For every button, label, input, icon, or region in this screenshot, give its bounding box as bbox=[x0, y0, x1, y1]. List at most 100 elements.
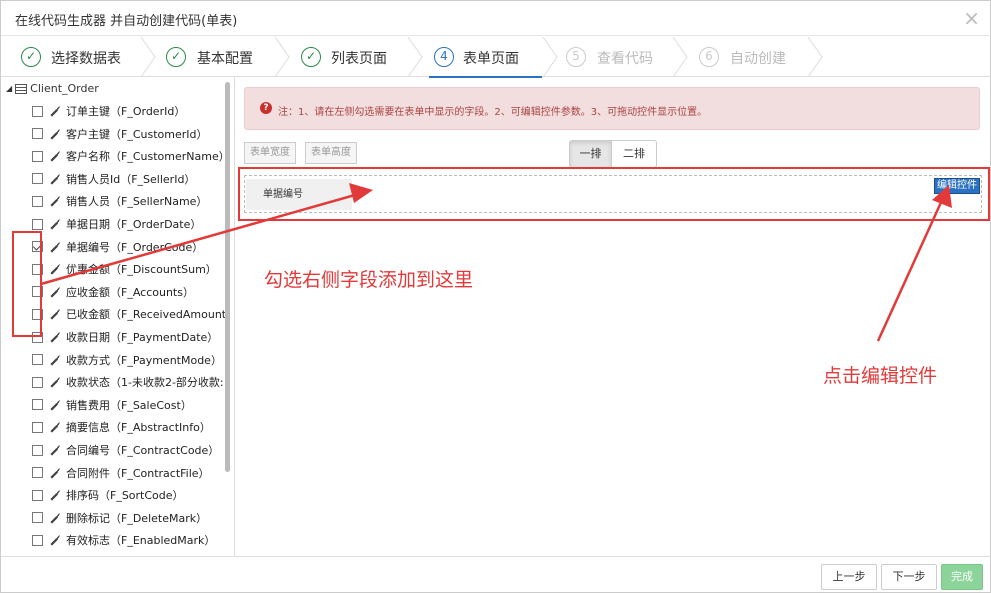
tree-field-row[interactable]: 合同编号（F_ContractCode） bbox=[32, 440, 219, 460]
field-checkbox[interactable] bbox=[32, 195, 43, 207]
field-checkbox[interactable] bbox=[32, 128, 43, 140]
close-icon[interactable]: × bbox=[963, 6, 980, 30]
tree-field-row[interactable]: 摘要信息（F_AbstractInfo） bbox=[32, 417, 211, 437]
tree-field-label: 合同编号（F_ContractCode） bbox=[66, 444, 220, 457]
tree-field-row[interactable]: 单据日期（F_OrderDate） bbox=[32, 214, 201, 234]
footer-bar: 上一步 下一步 完成 bbox=[1, 556, 991, 594]
wrench-icon bbox=[50, 219, 60, 230]
step-separator-icon bbox=[140, 37, 156, 77]
field-checkbox[interactable] bbox=[32, 218, 43, 230]
tree-field-row[interactable]: 合同附件（F_ContractFile） bbox=[32, 463, 210, 483]
tree-field-label: 应收金额（F_Accounts） bbox=[66, 285, 194, 299]
dialog-title: 在线代码生成器 并自动创建代码(单表) bbox=[15, 14, 238, 29]
annotation-left-text: 勾选右侧字段添加到这里 bbox=[264, 269, 474, 291]
tree-field-label: 收款状态（1-未收款2-部分收款: bbox=[66, 376, 224, 390]
field-checkbox[interactable] bbox=[32, 308, 43, 320]
tree-field-row[interactable]: 销售费用（F_SaleCost） bbox=[32, 395, 192, 415]
layout-two-column-button[interactable]: 二排 bbox=[611, 140, 657, 168]
tree-field-label: 优惠金额（F_DiscountSum） bbox=[66, 263, 217, 277]
step-form-page[interactable]: 4 表单页面 bbox=[429, 37, 542, 78]
step-separator-icon bbox=[672, 37, 688, 77]
expand-triangle-icon[interactable]: ◢ bbox=[6, 84, 12, 93]
wrench-icon bbox=[50, 287, 60, 298]
field-checkbox[interactable] bbox=[32, 173, 43, 185]
form-height-button[interactable]: 表单高度 bbox=[305, 142, 357, 164]
field-tree: ◢ Client_Order 订单主键（F_OrderId） 客户主键（F_Cus… bbox=[1, 78, 235, 556]
tree-root[interactable]: ◢ Client_Order bbox=[6, 82, 99, 95]
wrench-icon bbox=[50, 467, 60, 479]
tree-root-label: Client_Order bbox=[30, 82, 99, 95]
check-circle-icon: ✓ bbox=[301, 47, 321, 67]
tree-field-row[interactable]: 收款状态（1-未收款2-部分收款: bbox=[32, 372, 224, 392]
step-separator-icon bbox=[407, 37, 423, 77]
table-icon bbox=[15, 83, 28, 94]
tree-field-row[interactable]: 有效标志（F_EnabledMark） bbox=[32, 530, 215, 550]
tree-field-row[interactable]: 销售人员Id（F_SellerId） bbox=[32, 169, 195, 189]
check-circle-icon: ✓ bbox=[166, 47, 186, 67]
tree-field-row[interactable]: 已收金额（F_ReceivedAmount bbox=[32, 304, 226, 324]
tree-field-row[interactable]: 排序码（F_SortCode） bbox=[32, 485, 184, 505]
wrench-icon bbox=[50, 422, 60, 433]
field-checkbox[interactable] bbox=[32, 512, 43, 524]
field-checkbox[interactable] bbox=[32, 105, 43, 117]
previous-step-button[interactable]: 上一步 bbox=[821, 564, 877, 590]
field-checkbox[interactable] bbox=[32, 534, 43, 546]
tree-field-row[interactable]: 收款方式（F_PaymentMode） bbox=[32, 350, 222, 370]
next-step-button[interactable]: 下一步 bbox=[881, 564, 937, 590]
step-label: 选择数据表 bbox=[51, 51, 121, 67]
field-checkbox[interactable] bbox=[32, 399, 43, 411]
wrench-icon bbox=[50, 106, 60, 117]
form-designer: ? 注：1、请在左侧勾选需要在表单中显示的字段。2、可编辑控件参数。3、可拖动控… bbox=[235, 78, 991, 556]
question-icon: ? bbox=[260, 102, 272, 114]
title-bar: 在线代码生成器 并自动创建代码(单表) × bbox=[1, 1, 991, 36]
tree-field-label: 客户名称（F_CustomerName） bbox=[66, 150, 230, 164]
tree-field-label: 有效标志（F_EnabledMark） bbox=[66, 534, 216, 548]
tree-field-label: 销售人员Id（F_SellerId） bbox=[66, 172, 196, 186]
layout-one-column-button[interactable]: 一排 bbox=[569, 140, 612, 168]
field-checkbox[interactable] bbox=[32, 331, 43, 343]
wrench-icon bbox=[50, 513, 60, 524]
wrench-icon bbox=[50, 354, 60, 366]
tree-field-row[interactable]: 销售人员（F_SellerName） bbox=[32, 191, 207, 211]
field-checkbox[interactable] bbox=[32, 376, 43, 388]
field-checkbox[interactable] bbox=[32, 444, 43, 456]
step-select-table[interactable]: ✓ 选择数据表 bbox=[21, 37, 151, 77]
field-checkbox[interactable] bbox=[32, 150, 43, 162]
tree-field-row[interactable]: 客户名称（F_CustomerName） bbox=[32, 146, 230, 166]
step-label: 查看代码 bbox=[597, 51, 653, 67]
number-circle-icon: 4 bbox=[434, 47, 454, 67]
tree-field-label: 客户主键（F_CustomerId） bbox=[66, 127, 208, 141]
field-checkbox[interactable] bbox=[32, 263, 43, 275]
step-list-page[interactable]: ✓ 列表页面 bbox=[301, 37, 411, 77]
wrench-icon bbox=[50, 241, 60, 253]
form-drop-area[interactable]: 单据编号 编辑控件 bbox=[244, 175, 982, 213]
tree-field-row[interactable]: 客户主键（F_CustomerId） bbox=[32, 124, 208, 144]
field-checkbox[interactable] bbox=[32, 421, 43, 433]
tree-field-row[interactable]: 订单主键（F_OrderId） bbox=[32, 101, 185, 121]
tree-field-row[interactable]: 收款日期（F_PaymentDate） bbox=[32, 327, 218, 347]
tree-scrollbar[interactable] bbox=[225, 82, 230, 472]
tree-field-row[interactable]: 单据编号（F_OrderCode） bbox=[32, 237, 203, 257]
field-checkbox[interactable] bbox=[32, 489, 43, 501]
step-view-code[interactable]: 5 查看代码 bbox=[566, 37, 676, 77]
wrench-icon bbox=[50, 535, 60, 546]
tree-field-label: 单据日期（F_OrderDate） bbox=[66, 218, 202, 231]
field-checkbox-checked[interactable] bbox=[32, 241, 43, 253]
step-basic-config[interactable]: ✓ 基本配置 bbox=[166, 37, 276, 77]
field-checkbox[interactable] bbox=[32, 354, 43, 366]
step-label: 基本配置 bbox=[197, 51, 253, 67]
finish-button[interactable]: 完成 bbox=[941, 564, 983, 590]
field-checkbox[interactable] bbox=[32, 467, 43, 479]
tree-field-row[interactable]: 删除标记（F_DeleteMark） bbox=[32, 508, 207, 528]
tree-field-row[interactable]: 优惠金额（F_DiscountSum） bbox=[32, 259, 217, 279]
wrench-icon bbox=[50, 174, 60, 185]
field-checkbox[interactable] bbox=[32, 286, 43, 298]
tree-field-label: 销售费用（F_SaleCost） bbox=[66, 398, 192, 412]
alert-message: 注：1、请在左侧勾选需要在表单中显示的字段。2、可编辑控件参数。3、可拖动控件显… bbox=[278, 107, 708, 118]
step-auto-create[interactable]: 6 自动创建 bbox=[699, 37, 809, 77]
form-width-button[interactable]: 表单宽度 bbox=[244, 142, 296, 164]
form-field-label[interactable]: 单据编号 bbox=[246, 179, 352, 210]
step-label: 列表页面 bbox=[331, 51, 387, 67]
edit-control-button[interactable]: 编辑控件 bbox=[934, 178, 980, 194]
tree-field-row[interactable]: 应收金额（F_Accounts） bbox=[32, 282, 194, 302]
